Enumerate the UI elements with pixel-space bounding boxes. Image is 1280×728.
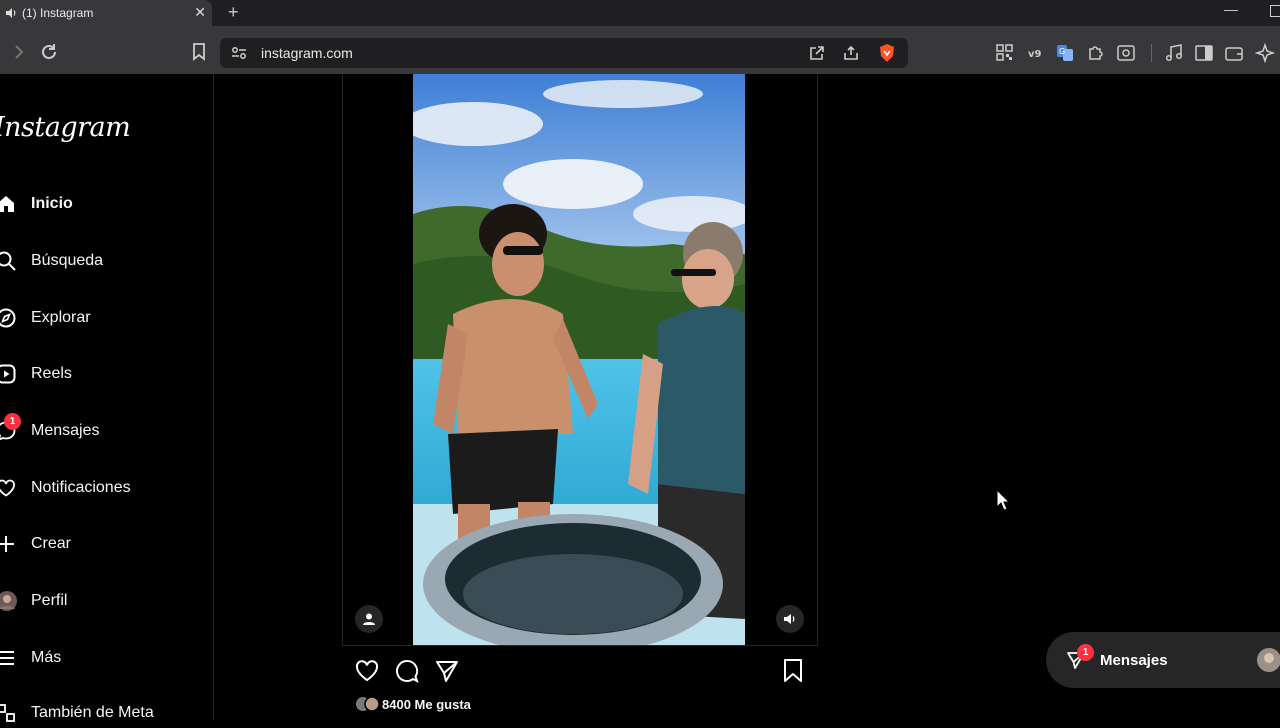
sidebar-item-label: Búsqueda [31, 252, 104, 269]
sidebar-item-label: Notificaciones [31, 479, 131, 496]
wallet-icon[interactable] [1225, 44, 1243, 62]
close-tab-button[interactable]: ✕ [194, 4, 206, 21]
home-icon [0, 196, 14, 212]
meta-apps-icon [0, 704, 15, 722]
heart-icon [0, 479, 15, 497]
vpn-extension-icon[interactable]: v9 [1027, 46, 1043, 60]
reel-video[interactable] [413, 74, 745, 645]
brave-shields-icon[interactable] [878, 43, 896, 63]
tagged-users-button[interactable] [355, 605, 383, 633]
sidebar-item-label: Mensajes [31, 422, 100, 439]
messages-floating-button[interactable]: 1 Mensajes [1046, 632, 1280, 688]
browser-tab-instagram[interactable]: (1) Instagram ✕ [0, 0, 212, 26]
minimize-window-button[interactable]: — [1224, 1, 1238, 17]
menu-icon [0, 651, 14, 665]
speaker-icon [784, 614, 795, 624]
sidebar-item-label: Perfil [31, 592, 68, 609]
avatar [0, 591, 17, 611]
likes-count[interactable]: 8400 Me gusta [356, 696, 471, 712]
video-frame [413, 74, 745, 645]
mute-toggle-button[interactable] [776, 605, 804, 633]
like-heart-icon[interactable] [354, 658, 380, 684]
messages-label: Mensajes [1100, 652, 1168, 669]
liker-avatars [356, 696, 380, 712]
share-icon[interactable] [843, 45, 859, 61]
svg-text:G: G [1059, 47, 1065, 56]
browser-tab-strip: (1) Instagram ✕ + — [0, 0, 1280, 26]
sidebar-item-label: Más [31, 649, 62, 666]
forward-icon[interactable] [10, 43, 28, 61]
sidebar-item-label: Inicio [31, 195, 73, 212]
notification-badge: 1 [1077, 644, 1094, 661]
site-settings-icon[interactable] [231, 46, 247, 60]
toolbar-divider [1151, 44, 1152, 62]
reload-icon[interactable] [40, 43, 58, 61]
qr-code-icon[interactable] [996, 44, 1013, 61]
likes-label: 8400 Me gusta [382, 696, 471, 712]
share-icon[interactable] [434, 658, 460, 684]
reader-mode-icon[interactable] [1117, 44, 1135, 62]
sidebar-item-label: También de Meta [31, 704, 154, 721]
search-icon [0, 251, 16, 271]
sidebar-toggle-icon[interactable] [1195, 44, 1213, 62]
reels-icon [0, 364, 16, 384]
tab-title: (1) Instagram [22, 6, 94, 20]
save-bookmark-icon[interactable] [780, 658, 806, 684]
sidebar-item-label: Reels [31, 365, 72, 382]
compass-icon [0, 308, 16, 328]
comment-icon[interactable] [394, 658, 420, 684]
speaker-icon[interactable] [4, 6, 18, 20]
sidebar-item-label: Crear [31, 535, 72, 552]
user-icon [363, 613, 375, 625]
address-bar[interactable]: instagram.com [220, 38, 908, 68]
instagram-sidebar [0, 74, 214, 720]
translate-icon[interactable]: G [1056, 44, 1074, 62]
bookmark-page-icon[interactable] [190, 43, 208, 61]
media-music-icon[interactable] [1165, 44, 1183, 62]
svg-text:v9: v9 [1028, 49, 1042, 60]
plus-icon [0, 536, 14, 552]
mouse-cursor-icon [996, 489, 1010, 511]
new-tab-button[interactable]: + [228, 2, 239, 23]
leo-ai-icon[interactable] [1255, 43, 1275, 63]
instagram-logo[interactable]: Instagram [0, 112, 131, 143]
open-external-icon[interactable] [809, 45, 825, 61]
extensions-puzzle-icon[interactable] [1087, 44, 1105, 62]
notification-badge: 1 [4, 413, 21, 430]
sidebar-item-label: Explorar [31, 309, 91, 326]
maximize-window-button[interactable] [1270, 5, 1280, 17]
avatar [1257, 648, 1280, 672]
url-text: instagram.com [261, 45, 353, 61]
